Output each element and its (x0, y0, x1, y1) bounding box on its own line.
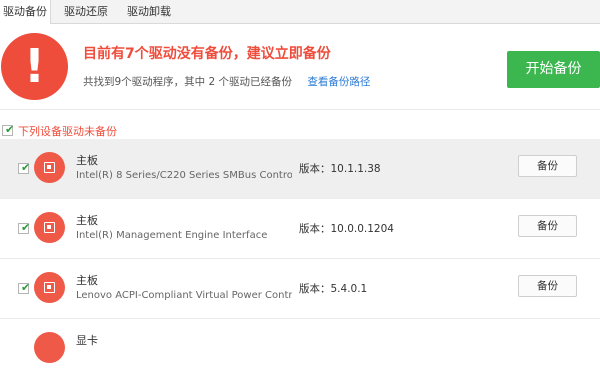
chip-icon (34, 332, 65, 363)
tab-driver-restore[interactable]: 驱动还原 (56, 0, 116, 23)
device-type: 主板 (76, 274, 98, 287)
device-checkbox[interactable]: ✔ (18, 161, 31, 174)
device-checkbox[interactable]: ✔ (18, 221, 31, 234)
tab-bar: 驱动备份 驱动还原 驱动卸载 (0, 0, 600, 24)
checkmark-icon: ✔ (21, 161, 31, 174)
checkmark-icon: ✔ (5, 123, 15, 136)
chip-icon (34, 152, 65, 183)
backup-button[interactable]: 备份 (518, 275, 577, 297)
section-label: 下列设备驱动未备份 (18, 125, 117, 138)
divider (0, 109, 600, 110)
status-subtext: 共找到9个驱动程序，其中 2 个驱动已经备份 查看备份路径 (83, 74, 370, 89)
device-row[interactable]: ✔ 主板 Intel(R) 8 Series/C220 Series SMBus… (0, 139, 600, 199)
device-row[interactable]: 显卡 (0, 319, 600, 379)
device-version: 版本：10.1.1.38 (299, 163, 381, 175)
status-headline: 目前有7个驱动没有备份，建议立即备份 (83, 46, 331, 62)
device-type: 显卡 (76, 334, 98, 347)
device-row[interactable]: ✔ 主板 Lenovo ACPI-Compliant Virtual Power… (0, 259, 600, 319)
device-name: Intel(R) Management Engine Interface (76, 230, 268, 241)
device-checkbox[interactable]: ✔ (18, 281, 31, 294)
backup-button[interactable]: 备份 (518, 215, 577, 237)
chip-icon (34, 212, 65, 243)
checkmark-icon: ✔ (21, 221, 31, 234)
device-version: 版本：5.4.0.1 (299, 283, 368, 295)
chip-icon (34, 272, 65, 303)
tab-driver-uninstall[interactable]: 驱动卸载 (119, 0, 179, 23)
device-type: 主板 (76, 154, 98, 167)
exclamation-icon: ! (1, 33, 68, 100)
device-type: 主板 (76, 214, 98, 227)
view-backup-path-link[interactable]: 查看备份路径 (307, 76, 370, 88)
start-backup-button[interactable]: 开始备份 (507, 51, 600, 88)
device-name: Lenovo ACPI-Compliant Virtual Power Cont… (76, 290, 292, 301)
backup-button[interactable]: 备份 (518, 155, 577, 177)
status-summary-text: 共找到9个驱动程序，其中 2 个驱动已经备份 (83, 76, 293, 88)
checkmark-icon: ✔ (21, 281, 31, 294)
device-row[interactable]: ✔ 主板 Intel(R) Management Engine Interfac… (0, 199, 600, 259)
tab-driver-backup[interactable]: 驱动备份 (0, 0, 51, 24)
device-name: Intel(R) 8 Series/C220 Series SMBus Cont… (76, 170, 292, 181)
device-version: 版本：10.0.0.1204 (299, 223, 394, 235)
section-select-all-checkbox[interactable]: ✔ (2, 123, 15, 136)
